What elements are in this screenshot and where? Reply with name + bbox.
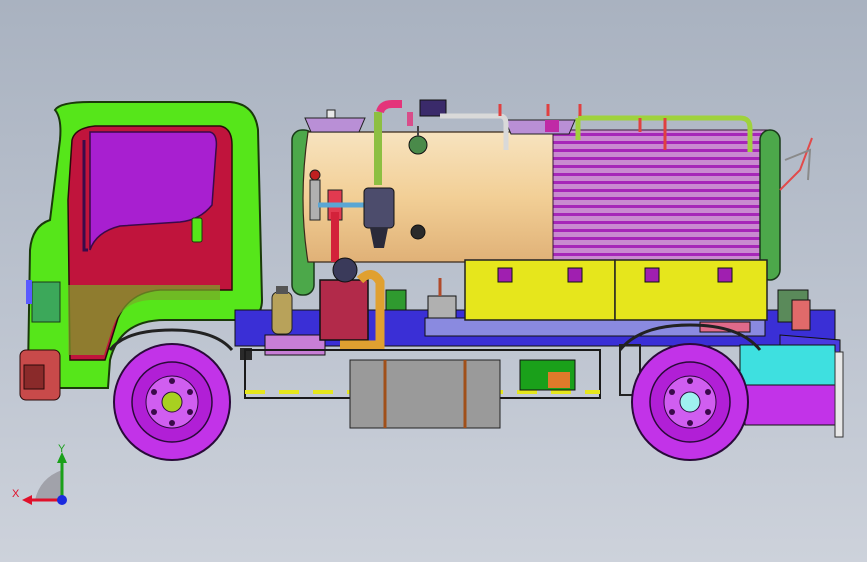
pump-base	[264, 334, 326, 356]
rear-bumper	[744, 384, 836, 426]
front-hub	[161, 391, 183, 413]
triad-z-axis	[57, 495, 67, 505]
fire-extinguisher	[271, 291, 293, 335]
toolbox-left	[464, 259, 616, 321]
gauge-top	[408, 135, 428, 155]
orientation-triad: X Y	[12, 443, 67, 505]
rear-wheel[interactable]	[631, 343, 749, 461]
tank-end-right	[759, 129, 781, 281]
front-wheel[interactable]	[113, 343, 231, 461]
rear-hub	[679, 391, 701, 413]
triad-x-label: X	[12, 488, 20, 500]
toolbox-latch	[717, 267, 733, 283]
pump-filter	[385, 289, 407, 311]
tank-striped-section	[552, 129, 769, 263]
toolbox-latch	[567, 267, 583, 283]
step	[31, 281, 61, 323]
sight-gauge	[410, 224, 426, 240]
toolbox-latch	[497, 267, 513, 283]
toolbox-latch	[644, 267, 660, 283]
rear-fittings[interactable]	[777, 137, 813, 331]
toolbox-right	[614, 259, 768, 321]
triad-plane	[35, 470, 62, 500]
under-frame[interactable]	[244, 344, 844, 438]
door-handle	[191, 217, 203, 243]
filter-valve	[363, 187, 395, 229]
triad-y-label: Y	[58, 443, 66, 455]
vacuum-pump	[319, 279, 369, 341]
fuel-tank	[349, 359, 501, 429]
toolboxes[interactable]	[464, 259, 768, 321]
cad-viewport[interactable]: X Y	[0, 0, 867, 562]
manhole-right	[504, 119, 576, 135]
manhole-left	[304, 117, 366, 133]
truck-model-view[interactable]: X Y	[0, 0, 867, 562]
